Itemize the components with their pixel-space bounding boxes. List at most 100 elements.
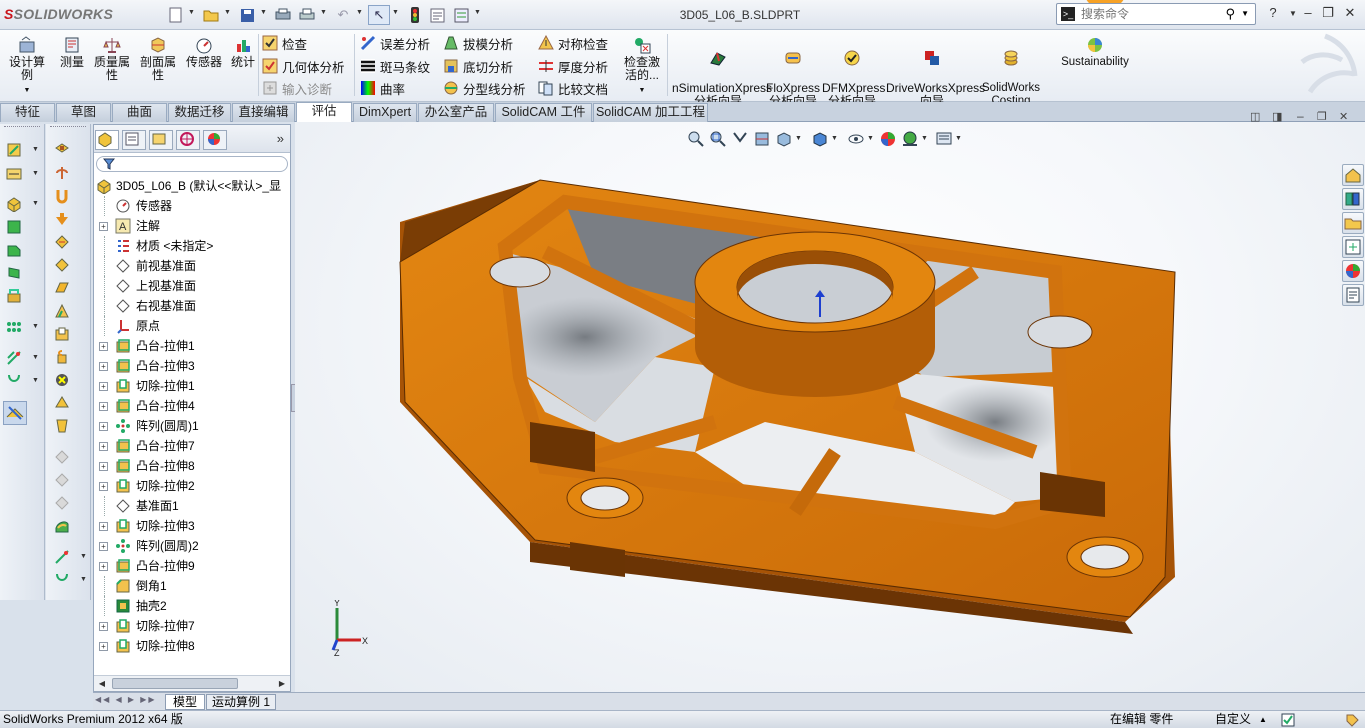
search-commands-input[interactable]	[1081, 6, 1231, 22]
swept-boss-icon[interactable]	[6, 242, 22, 258]
options-icon[interactable]	[450, 5, 472, 25]
draft-icon[interactable]	[54, 303, 70, 319]
curves-icon[interactable]	[6, 373, 22, 389]
save-icon[interactable]	[236, 5, 258, 25]
close-icon[interactable]: ✕	[1340, 5, 1360, 23]
chevron-down-icon[interactable]: ▼	[260, 9, 268, 19]
appearances-tab[interactable]	[1342, 260, 1364, 282]
custom-properties-tab[interactable]	[1342, 284, 1364, 306]
tab-data-migration[interactable]: 数据迁移	[168, 103, 231, 122]
file-properties-icon[interactable]	[426, 5, 448, 25]
linear-pattern-icon[interactable]	[6, 319, 22, 335]
chamfer-icon[interactable]	[54, 257, 70, 273]
feature-filter-field[interactable]	[96, 156, 288, 172]
tree-item[interactable]: + 阵列(圆周)1	[94, 416, 290, 436]
tree-item[interactable]: 倒角1	[94, 576, 290, 596]
search-icon[interactable]: ⚲	[1225, 6, 1235, 22]
expand-icon[interactable]: +	[99, 622, 108, 631]
tree-item[interactable]: 上视基准面	[94, 276, 290, 296]
expand-icon[interactable]: +	[99, 442, 108, 451]
tree-item[interactable]: + 切除-拉伸3	[94, 516, 290, 536]
search-box[interactable]: >_ ⚲ ▼	[1056, 3, 1256, 25]
statistics-button[interactable]: 统计	[228, 34, 258, 69]
measure-button[interactable]: 测量	[56, 34, 88, 69]
smart-dimension-icon[interactable]	[6, 166, 22, 182]
section-properties-button[interactable]: 剖面属性	[138, 34, 178, 82]
boundary-boss-icon[interactable]	[6, 288, 22, 304]
tab-solidcam-machining[interactable]: SolidCAM 加工工程	[593, 103, 708, 122]
scrollbar-thumb[interactable]	[112, 678, 238, 689]
shell-icon[interactable]	[54, 326, 70, 342]
compare-documents-button[interactable]: 比较文档	[538, 78, 608, 98]
tab-direct-editing[interactable]: 直接编辑	[232, 103, 295, 122]
tree-item[interactable]: + 凸台-拉伸7	[94, 436, 290, 456]
select-pointer-icon[interactable]: ↖	[368, 5, 390, 25]
zebra-stripes-button[interactable]: 斑马条纹	[360, 56, 430, 76]
check-button[interactable]: 检查	[262, 33, 307, 53]
tag-icon[interactable]	[1345, 713, 1359, 727]
tree-item[interactable]: + 阵列(圆周)2	[94, 536, 290, 556]
chevron-down-icon[interactable]: ▼	[1241, 9, 1249, 18]
undo-icon[interactable]: ↶	[332, 5, 354, 25]
wrap-icon[interactable]	[54, 349, 70, 365]
geometry-analysis-button[interactable]: 几何体分析	[262, 56, 345, 76]
expand-icon[interactable]: +	[99, 382, 108, 391]
design-library-tab[interactable]	[1342, 188, 1364, 210]
expand-icon[interactable]: +	[99, 422, 108, 431]
chevron-down-icon[interactable]: ▼	[392, 9, 400, 19]
scroll-left-arrow[interactable]: ◀	[95, 677, 109, 690]
tree-item[interactable]: 前视基准面	[94, 256, 290, 276]
cut-revolve-icon[interactable]	[54, 165, 70, 181]
expand-icon[interactable]: +	[99, 462, 108, 471]
tab-scroll-arrows[interactable]: ◀◀ ◀ ▶ ▶▶	[95, 695, 157, 709]
cut-sweep-icon[interactable]	[54, 188, 70, 204]
tree-item[interactable]: + 凸台-拉伸4	[94, 396, 290, 416]
expand-icon[interactable]: +	[99, 362, 108, 371]
minimize-icon[interactable]: –	[1298, 5, 1318, 23]
part-model-3d[interactable]	[295, 122, 1365, 692]
dimxpert-manager-tab[interactable]	[176, 130, 200, 150]
file-explorer-tab[interactable]	[1342, 212, 1364, 234]
tree-item[interactable]: + 凸台-拉伸9	[94, 556, 290, 576]
scroll-right-arrow[interactable]: ▶	[275, 677, 289, 690]
tree-item[interactable]: + 凸台-拉伸3	[94, 356, 290, 376]
tree-item[interactable]: 材质 <未指定>	[94, 236, 290, 256]
floxpress-button[interactable]: FloXpress 分析向导	[766, 34, 820, 108]
tab-model[interactable]: 模型	[165, 694, 205, 710]
expand-icon[interactable]: +	[99, 542, 108, 551]
print-setup-icon[interactable]	[272, 5, 294, 25]
undercut-analysis-button[interactable]: 底切分析	[443, 56, 513, 76]
tree-item[interactable]: + 切除-拉伸2	[94, 476, 290, 496]
mass-properties-button[interactable]: 质量属性	[92, 34, 132, 82]
solidworks-logo[interactable]: SSOLIDWORKS	[4, 6, 113, 22]
tree-item[interactable]: 抽壳2	[94, 596, 290, 616]
tab-motion-study[interactable]: 运动算例 1	[206, 694, 276, 710]
horizontal-scrollbar[interactable]: ◀ ▶	[94, 675, 290, 691]
fillet-icon[interactable]	[54, 234, 70, 250]
featuremanager-tree-tab[interactable]	[95, 130, 119, 150]
tree-item[interactable]: + 切除-拉伸8	[94, 636, 290, 656]
tab-features[interactable]: 特征	[0, 103, 55, 122]
solidworks-resources-tab[interactable]	[1342, 164, 1364, 186]
instant3d-toggle[interactable]	[3, 401, 27, 425]
tree-item[interactable]: + 凸台-拉伸8	[94, 456, 290, 476]
freeform-icon[interactable]	[54, 518, 70, 534]
tree-item[interactable]: + 凸台-拉伸1	[94, 336, 290, 356]
tree-item[interactable]: + A 注解	[94, 216, 290, 236]
restore-icon[interactable]: ❐	[1318, 5, 1338, 23]
reference-geometry-icon[interactable]	[6, 350, 22, 366]
tree-item[interactable]: 基准面1	[94, 496, 290, 516]
tab-surfaces[interactable]: 曲面	[112, 103, 167, 122]
driveworksxpress-button[interactable]: DriveWorksXpress 向导	[886, 34, 985, 108]
expand-icon[interactable]: +	[99, 342, 108, 351]
sketch-icon[interactable]	[6, 142, 22, 158]
chevron-down-icon[interactable]: ▼	[188, 9, 196, 19]
extruded-boss-icon[interactable]	[6, 196, 22, 212]
open-folder-icon[interactable]	[200, 5, 222, 25]
help-icon[interactable]: ?	[1263, 5, 1283, 23]
dome-icon[interactable]	[54, 395, 70, 411]
cut-extrude-icon[interactable]	[54, 142, 70, 158]
tab-sketch[interactable]: 草图	[56, 103, 111, 122]
chevron-down-icon[interactable]: ▼	[356, 9, 364, 19]
reference-geometry-2-icon[interactable]	[54, 549, 70, 565]
